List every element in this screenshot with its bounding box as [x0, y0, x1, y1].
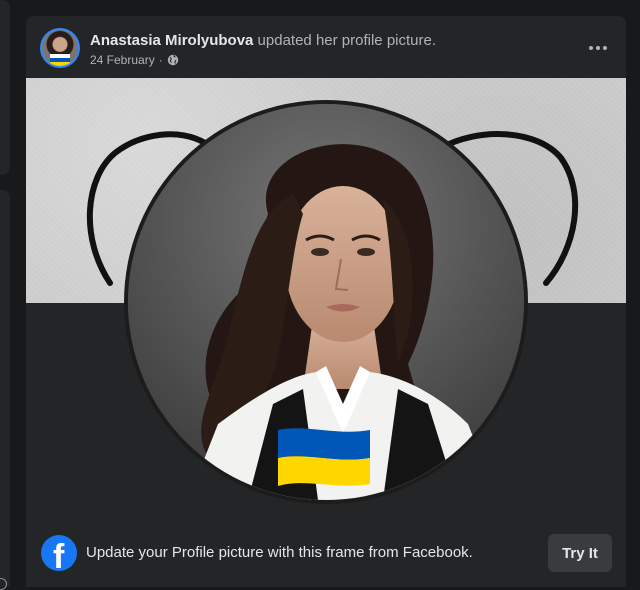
meta-separator: · — [158, 53, 163, 67]
adjacent-panel-edge — [0, 190, 10, 587]
facebook-logo-icon: f — [41, 535, 77, 571]
post-action-text: updated her profile picture. — [253, 32, 437, 49]
frame-promo-text: Update your Profile picture with this fr… — [86, 544, 473, 561]
scroll-indicator-icon — [0, 578, 7, 590]
post-date-link[interactable]: 24 February — [90, 53, 155, 67]
more-options-button[interactable] — [586, 36, 610, 60]
post-title: Anastasia Mirolyubova updated her profil… — [90, 32, 436, 49]
globe-icon[interactable] — [167, 54, 179, 66]
frame-promo-bar: f Update your Profile picture with this … — [26, 528, 626, 578]
feed-post: Anastasia Mirolyubova updated her profil… — [26, 16, 626, 587]
post-meta: 24 February · — [90, 53, 179, 67]
ukraine-flag-icon — [278, 428, 370, 486]
avatar-image — [42, 30, 78, 66]
facebook-logo-letter: f — [53, 538, 65, 571]
avatar[interactable] — [40, 28, 80, 68]
more-horizontal-icon — [589, 46, 607, 50]
try-it-button[interactable]: Try It — [548, 534, 612, 572]
post-header: Anastasia Mirolyubova updated her profil… — [26, 16, 626, 78]
author-name-link[interactable]: Anastasia Mirolyubova — [90, 32, 253, 49]
adjacent-panel-edge — [0, 0, 10, 175]
